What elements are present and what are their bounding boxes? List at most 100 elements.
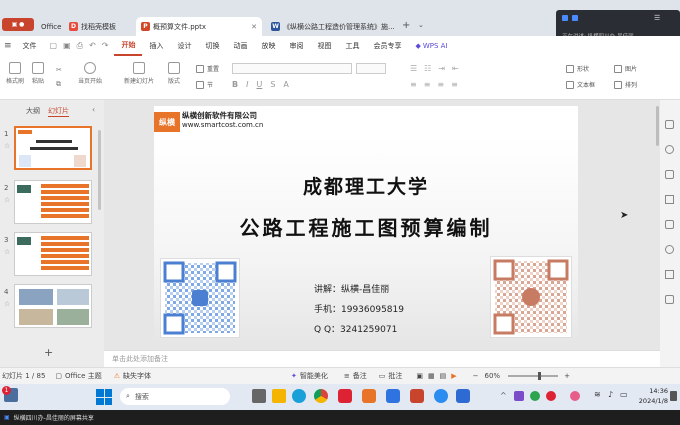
- current-slide[interactable]: 纵横 纵横创新软件有限公司 www.smartcost.com.cn 成都理工大…: [154, 106, 578, 344]
- share-icon[interactable]: [665, 270, 674, 279]
- notification-center-icon[interactable]: [670, 391, 677, 401]
- italic-icon[interactable]: I: [246, 80, 248, 89]
- font-size-select[interactable]: [356, 63, 386, 74]
- section-button[interactable]: 节: [196, 80, 213, 89]
- shape-style-icon[interactable]: [665, 170, 674, 179]
- strikethrough-icon[interactable]: S: [270, 80, 275, 89]
- notes-button[interactable]: 备注: [353, 371, 367, 381]
- menu-file[interactable]: 文件: [16, 36, 44, 56]
- tab-pptx[interactable]: P 概预算文件.pptx ✕: [136, 17, 262, 36]
- meeting-app-icon[interactable]: [456, 389, 470, 403]
- zoom-slider-thumb[interactable]: [538, 372, 542, 380]
- print-icon[interactable]: ⎙: [77, 41, 83, 51]
- reset-button[interactable]: 重置: [196, 64, 219, 73]
- slide-thumbnail-3[interactable]: [14, 232, 92, 276]
- tab-outline[interactable]: 大纲: [26, 106, 40, 116]
- paste-button[interactable]: 粘贴: [32, 62, 44, 85]
- number-list-icon[interactable]: ☷: [424, 64, 431, 73]
- app-icon[interactable]: [386, 389, 400, 403]
- chrome-icon[interactable]: [314, 389, 328, 403]
- close-icon[interactable]: ✕: [251, 23, 257, 31]
- slideshow-icon[interactable]: ▶: [451, 372, 456, 380]
- camera-icon[interactable]: [562, 15, 568, 21]
- normal-view-icon[interactable]: ▣: [416, 372, 423, 380]
- align-left-icon[interactable]: ≡: [410, 80, 417, 89]
- thumbnail-scrollbar[interactable]: [98, 130, 101, 210]
- new-slide-button[interactable]: 新建幻灯片: [124, 62, 154, 85]
- reading-view-icon[interactable]: ▤: [440, 372, 447, 380]
- zoom-out-icon[interactable]: −: [473, 372, 479, 380]
- layout-panel-icon[interactable]: [665, 195, 674, 204]
- wechat-icon[interactable]: [530, 391, 540, 401]
- tab-office[interactable]: Office: [36, 17, 62, 36]
- bold-icon[interactable]: B: [232, 80, 238, 89]
- clock-time[interactable]: 14:36: [638, 387, 668, 395]
- slide-thumbnail-2[interactable]: [14, 180, 92, 224]
- missing-font[interactable]: 缺失字体: [123, 371, 151, 381]
- tray-app-icon[interactable]: [570, 391, 580, 401]
- properties-icon[interactable]: [665, 120, 674, 129]
- bullet-list-icon[interactable]: ☰: [410, 64, 417, 73]
- save-icon[interactable]: ▣: [63, 41, 71, 51]
- collapse-panel-icon[interactable]: ‹: [92, 105, 95, 114]
- comment-button[interactable]: 批注: [388, 371, 402, 381]
- table-icon[interactable]: [665, 220, 674, 229]
- redo-icon[interactable]: ↷: [102, 41, 109, 51]
- screen-icon[interactable]: [572, 15, 578, 21]
- zoom-app-icon[interactable]: [434, 389, 448, 403]
- star-icon[interactable]: ☆: [4, 248, 10, 256]
- wps-icon[interactable]: [338, 389, 352, 403]
- chevron-down-icon[interactable]: ⌄: [418, 21, 424, 29]
- menu-home[interactable]: 开始: [114, 36, 143, 56]
- new-tab-icon[interactable]: +: [402, 20, 410, 31]
- menu-animation[interactable]: 动画: [226, 36, 254, 56]
- menu-slideshow[interactable]: 放映: [254, 36, 282, 56]
- folder-icon[interactable]: ▢: [50, 41, 58, 51]
- animation-icon[interactable]: [665, 145, 674, 154]
- help-icon[interactable]: [665, 245, 674, 254]
- indent-icon[interactable]: ⇥: [438, 64, 445, 73]
- menu-insert[interactable]: 插入: [142, 36, 170, 56]
- wps-writer-icon[interactable]: [410, 389, 424, 403]
- menu-icon[interactable]: ☰: [654, 14, 660, 22]
- underline-icon[interactable]: U: [256, 80, 262, 89]
- tab-slides[interactable]: 幻灯片: [48, 106, 69, 117]
- textbox-button[interactable]: 文本框: [566, 80, 595, 89]
- tray-chevron-icon[interactable]: ^: [500, 391, 507, 400]
- tab-docer[interactable]: D 找稻壳模板: [64, 17, 134, 36]
- slide-thumbnail-4[interactable]: [14, 284, 92, 328]
- zoom-slider[interactable]: [508, 372, 559, 380]
- from-current-button[interactable]: 当页开始: [78, 62, 102, 85]
- volume-icon[interactable]: ♪: [608, 390, 613, 399]
- wifi-icon[interactable]: ≋: [594, 390, 601, 399]
- arrange-button[interactable]: 排列: [614, 80, 637, 89]
- zoom-in-icon[interactable]: +: [564, 372, 570, 380]
- star-icon[interactable]: ☆: [4, 196, 10, 204]
- justify-icon[interactable]: ≡: [451, 80, 458, 89]
- star-icon[interactable]: ☆: [4, 300, 10, 308]
- wps-presentation-icon[interactable]: [362, 389, 376, 403]
- beautify-button[interactable]: 智能美化: [300, 371, 328, 381]
- add-slide-button[interactable]: +: [44, 346, 53, 359]
- onenote-icon[interactable]: [514, 391, 524, 401]
- copy-icon[interactable]: ⧉: [56, 80, 62, 89]
- align-right-icon[interactable]: ≡: [437, 80, 444, 89]
- zoom-level[interactable]: 60%: [485, 372, 501, 380]
- tab-word-doc[interactable]: W 《纵横公路工程造价管理系统》施...: [266, 17, 398, 36]
- font-color-icon[interactable]: A: [283, 80, 288, 89]
- hamburger-icon[interactable]: ≡: [0, 41, 16, 51]
- layout-button[interactable]: 版式: [168, 62, 180, 85]
- sorter-view-icon[interactable]: ▦: [428, 372, 435, 380]
- star-icon[interactable]: ☆: [4, 142, 10, 150]
- font-family-select[interactable]: [232, 63, 352, 74]
- shape-button[interactable]: 形状: [566, 64, 589, 73]
- battery-icon[interactable]: ▭: [620, 390, 628, 399]
- cut-icon[interactable]: ✂: [56, 66, 62, 74]
- task-view-icon[interactable]: [252, 389, 266, 403]
- share-indicator[interactable]: ▣ ●: [2, 18, 34, 31]
- theme-name[interactable]: Office 主题: [65, 371, 102, 381]
- windows-start-icon[interactable]: [96, 389, 112, 405]
- align-center-icon[interactable]: ≡: [424, 80, 431, 89]
- menu-view[interactable]: 视图: [310, 36, 338, 56]
- menu-design[interactable]: 设计: [170, 36, 198, 56]
